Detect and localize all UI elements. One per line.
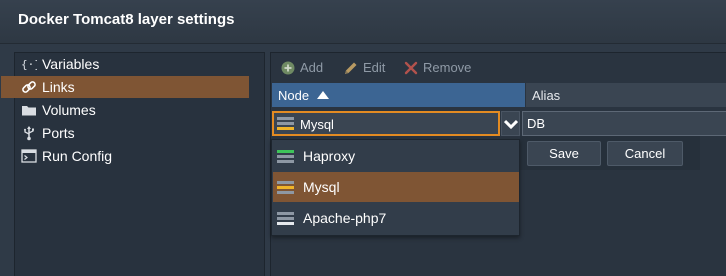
dropdown-option-haproxy[interactable]: Haproxy (273, 141, 519, 171)
svg-text:{·}: {·} (21, 58, 37, 71)
sidebar-item-links[interactable]: Links (1, 76, 249, 98)
chevron-down-icon (503, 119, 518, 129)
window-titlebar: Docker Tomcat8 layer settings (0, 0, 726, 44)
node-dropdown-toggle[interactable] (501, 111, 520, 136)
node-select-value: Mysql (300, 117, 334, 132)
dropdown-option-apache-php7[interactable]: Apache-php7 (273, 203, 519, 233)
sidebar-item-label: Links (42, 79, 75, 95)
sidebar-item-label: Run Config (42, 148, 113, 164)
add-label: Add (300, 60, 324, 75)
variables-icon: {·} (21, 56, 37, 72)
window-title: Docker Tomcat8 layer settings (18, 11, 235, 28)
edit-button[interactable]: Edit (343, 59, 399, 77)
sidebar-item-variables[interactable]: {·} Variables (1, 53, 249, 75)
pencil-icon (343, 60, 359, 76)
sidebar-item-ports[interactable]: Ports (1, 122, 249, 144)
column-header-label: Alias (532, 88, 561, 103)
folder-icon (21, 102, 37, 118)
sidebar-item-label: Ports (42, 125, 75, 141)
links-toolbar: Add Edit Remove (271, 55, 726, 82)
sort-ascending-icon (317, 91, 329, 99)
add-button[interactable]: Add (280, 59, 336, 77)
database-node-icon (277, 180, 294, 195)
column-header-alias[interactable]: Alias (526, 83, 726, 107)
terminal-icon (21, 148, 37, 164)
dropdown-option-label: Mysql (303, 179, 340, 195)
usb-port-icon (21, 125, 37, 141)
column-header-label: Node (278, 88, 310, 103)
sidebar-item-label: Variables (42, 56, 100, 72)
sidebar-item-volumes[interactable]: Volumes (1, 99, 249, 121)
node-dropdown-list: Haproxy Mysql Apache-php7 (271, 139, 520, 236)
link-icon (21, 79, 37, 95)
dropdown-option-label: Apache-php7 (303, 210, 387, 226)
remove-button[interactable]: Remove (403, 59, 483, 77)
alias-input[interactable] (522, 111, 726, 136)
cancel-button[interactable]: Cancel (607, 141, 683, 166)
x-icon (403, 60, 419, 76)
remove-label: Remove (423, 60, 472, 75)
sidebar-item-label: Volumes (42, 102, 96, 118)
column-header-node[interactable]: Node (272, 83, 525, 107)
edit-label: Edit (363, 60, 386, 75)
app-server-node-icon (277, 211, 294, 226)
save-button[interactable]: Save (527, 141, 601, 166)
node-status-bar (277, 127, 294, 130)
database-node-icon (277, 116, 294, 131)
sidebar-item-run-config[interactable]: Run Config (1, 145, 249, 167)
dropdown-option-mysql[interactable]: Mysql (273, 172, 519, 202)
plus-circle-icon (280, 60, 296, 76)
node-select[interactable]: Mysql (272, 111, 500, 136)
dropdown-option-label: Haproxy (303, 148, 356, 164)
balancer-node-icon (277, 149, 294, 164)
